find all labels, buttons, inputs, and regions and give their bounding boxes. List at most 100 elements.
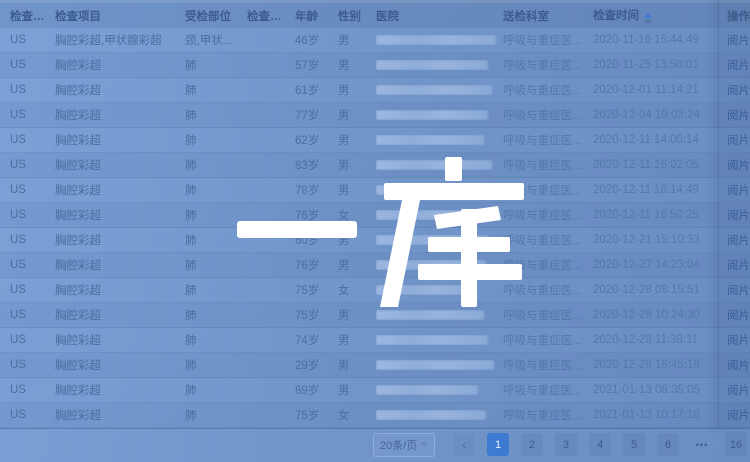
page-button[interactable]: 16 [725, 433, 747, 456]
cell-dept: 呼吸与重症医... [503, 207, 593, 223]
hospital-redacted-blur [376, 160, 492, 170]
cell-exam-time: 2020-12-28 16:45:18 [593, 359, 727, 371]
cell-exam-type: US [10, 334, 55, 346]
view-film-link[interactable]: 阅片 [727, 135, 750, 147]
cell-exam-type: US [10, 134, 55, 146]
view-film-link[interactable]: 阅片 [727, 60, 750, 72]
cell-age: 78岁 [295, 182, 338, 198]
table-row: US胸腔彩超肺83岁男呼吸与重症医...2020-12-11 16:02:05阅… [0, 153, 750, 178]
cell-hospital [376, 385, 503, 395]
cell-exam-time: 2020-12-28 08:15:51 [593, 284, 727, 296]
cell-body-part: 肺 [185, 107, 247, 123]
cell-gender: 男 [338, 132, 376, 148]
cell-exam-type: US [10, 209, 55, 221]
cell-exam-time: 2020-12-11 16:02:05 [593, 159, 727, 171]
page-button[interactable]: 3 [555, 433, 577, 456]
cell-hospital [376, 60, 503, 70]
cell-exam-type: US [10, 159, 55, 171]
cell-action: 阅片 [727, 132, 750, 148]
view-film-link[interactable]: 阅片 [727, 285, 750, 297]
page-size-select[interactable]: 20条/页 [373, 433, 435, 457]
cell-gender: 男 [338, 182, 376, 198]
view-film-link[interactable]: 阅片 [727, 410, 750, 422]
cell-action: 阅片 [727, 282, 750, 298]
hospital-redacted-blur [376, 285, 476, 295]
cell-exam-type: US [10, 259, 55, 271]
page-button[interactable]: 6 [657, 433, 679, 456]
table-row: US胸腔彩超肺60岁男呼吸与重症医...2020-12-21 15:10:33阅… [0, 228, 750, 253]
cell-dept: 呼吸与重症医... [503, 232, 593, 248]
cell-age: 75岁 [295, 407, 338, 423]
cell-exam-item: 胸腔彩超 [55, 232, 185, 248]
cell-exam-item: 胸腔彩超 [55, 182, 185, 198]
cell-exam-type: US [10, 84, 55, 96]
cell-action: 阅片 [727, 257, 750, 273]
page-button[interactable]: 4 [589, 433, 611, 456]
cell-body-part: 颈,甲状... [185, 32, 247, 48]
cell-hospital [376, 235, 503, 245]
cell-hospital [376, 110, 503, 120]
view-film-link[interactable]: 阅片 [727, 160, 750, 172]
cell-exam-type: US [10, 184, 55, 196]
cell-age: 83岁 [295, 157, 338, 173]
view-film-link[interactable]: 阅片 [727, 335, 750, 347]
table-row: US胸腔彩超肺57岁男呼吸与重症医...2020-11-25 13:50:01阅… [0, 53, 750, 78]
cell-exam-time: 2020-12-27 14:23:04 [593, 259, 727, 271]
cell-action: 阅片 [727, 207, 750, 223]
table-row: US胸腔彩超肺75岁女呼吸与重症医...2020-12-28 08:15:51阅… [0, 278, 750, 303]
page-button[interactable]: 1 [487, 433, 509, 456]
hospital-redacted-blur [376, 135, 484, 145]
cell-exam-time: 2020-12-11 14:00:14 [593, 134, 727, 146]
cell-hospital [376, 360, 503, 370]
sort-icon[interactable] [644, 13, 652, 25]
page-ellipsis[interactable]: ••• [691, 433, 713, 456]
hospital-redacted-blur [376, 185, 486, 195]
view-film-link[interactable]: 阅片 [727, 235, 750, 247]
cell-age: 76岁 [295, 257, 338, 273]
cell-exam-type: US [10, 409, 55, 421]
view-film-link[interactable]: 阅片 [727, 35, 750, 47]
view-film-link[interactable]: 阅片 [727, 260, 750, 272]
hospital-redacted-blur [376, 110, 488, 120]
table-row: US胸腔彩超,甲状腺彩超颈,甲状...46岁男呼吸与重症医...2020-11-… [0, 28, 750, 53]
column-header-exam-time: 检查时间 [593, 7, 727, 25]
cell-body-part: 肺 [185, 207, 247, 223]
cell-dept: 呼吸与重症医... [503, 157, 593, 173]
page-button[interactable]: 2 [521, 433, 543, 456]
cell-hospital [376, 210, 503, 220]
caret-down-icon [644, 20, 652, 25]
cell-exam-item: 胸腔彩超 [55, 282, 185, 298]
prev-page-button[interactable]: ‹ [453, 433, 475, 456]
cell-hospital [376, 285, 503, 295]
cell-age: 46岁 [295, 32, 338, 48]
view-film-link[interactable]: 阅片 [727, 110, 750, 122]
pagination: 20条/页 ‹ 123456 ••• 16 [373, 433, 747, 456]
table-row: US胸腔彩超肺75岁男呼吸与重症医...2020-12-28 10:24:30阅… [0, 303, 750, 328]
cell-body-part: 肺 [185, 82, 247, 98]
view-film-link[interactable]: 阅片 [727, 85, 750, 97]
view-film-link[interactable]: 阅片 [727, 310, 750, 322]
cell-exam-item: 胸腔彩超 [55, 107, 185, 123]
view-film-link[interactable]: 阅片 [727, 360, 750, 372]
cell-hospital [376, 260, 503, 270]
cell-body-part: 肺 [185, 407, 247, 423]
page-button[interactable]: 5 [623, 433, 645, 456]
cell-hospital [376, 135, 503, 145]
hospital-redacted-blur [376, 60, 488, 70]
cell-exam-time: 2020-12-28 10:24:30 [593, 309, 727, 321]
view-film-link[interactable]: 阅片 [727, 185, 750, 197]
cell-body-part: 肺 [185, 357, 247, 373]
cell-action: 阅片 [727, 157, 750, 173]
cell-body-part: 肺 [185, 57, 247, 73]
cell-dept: 呼吸与重症医... [503, 182, 593, 198]
cell-exam-type: US [10, 34, 55, 46]
view-film-link[interactable]: 阅片 [727, 385, 750, 397]
cell-exam-type: US [10, 284, 55, 296]
cell-dept: 呼吸与重症医... [503, 282, 593, 298]
cell-exam-item: 胸腔彩超 [55, 57, 185, 73]
cell-dept: 呼吸与重症医... [503, 307, 593, 323]
cell-exam-type: US [10, 384, 55, 396]
view-film-link[interactable]: 阅片 [727, 210, 750, 222]
cell-dept: 呼吸与重症医... [503, 82, 593, 98]
cell-gender: 男 [338, 32, 376, 48]
